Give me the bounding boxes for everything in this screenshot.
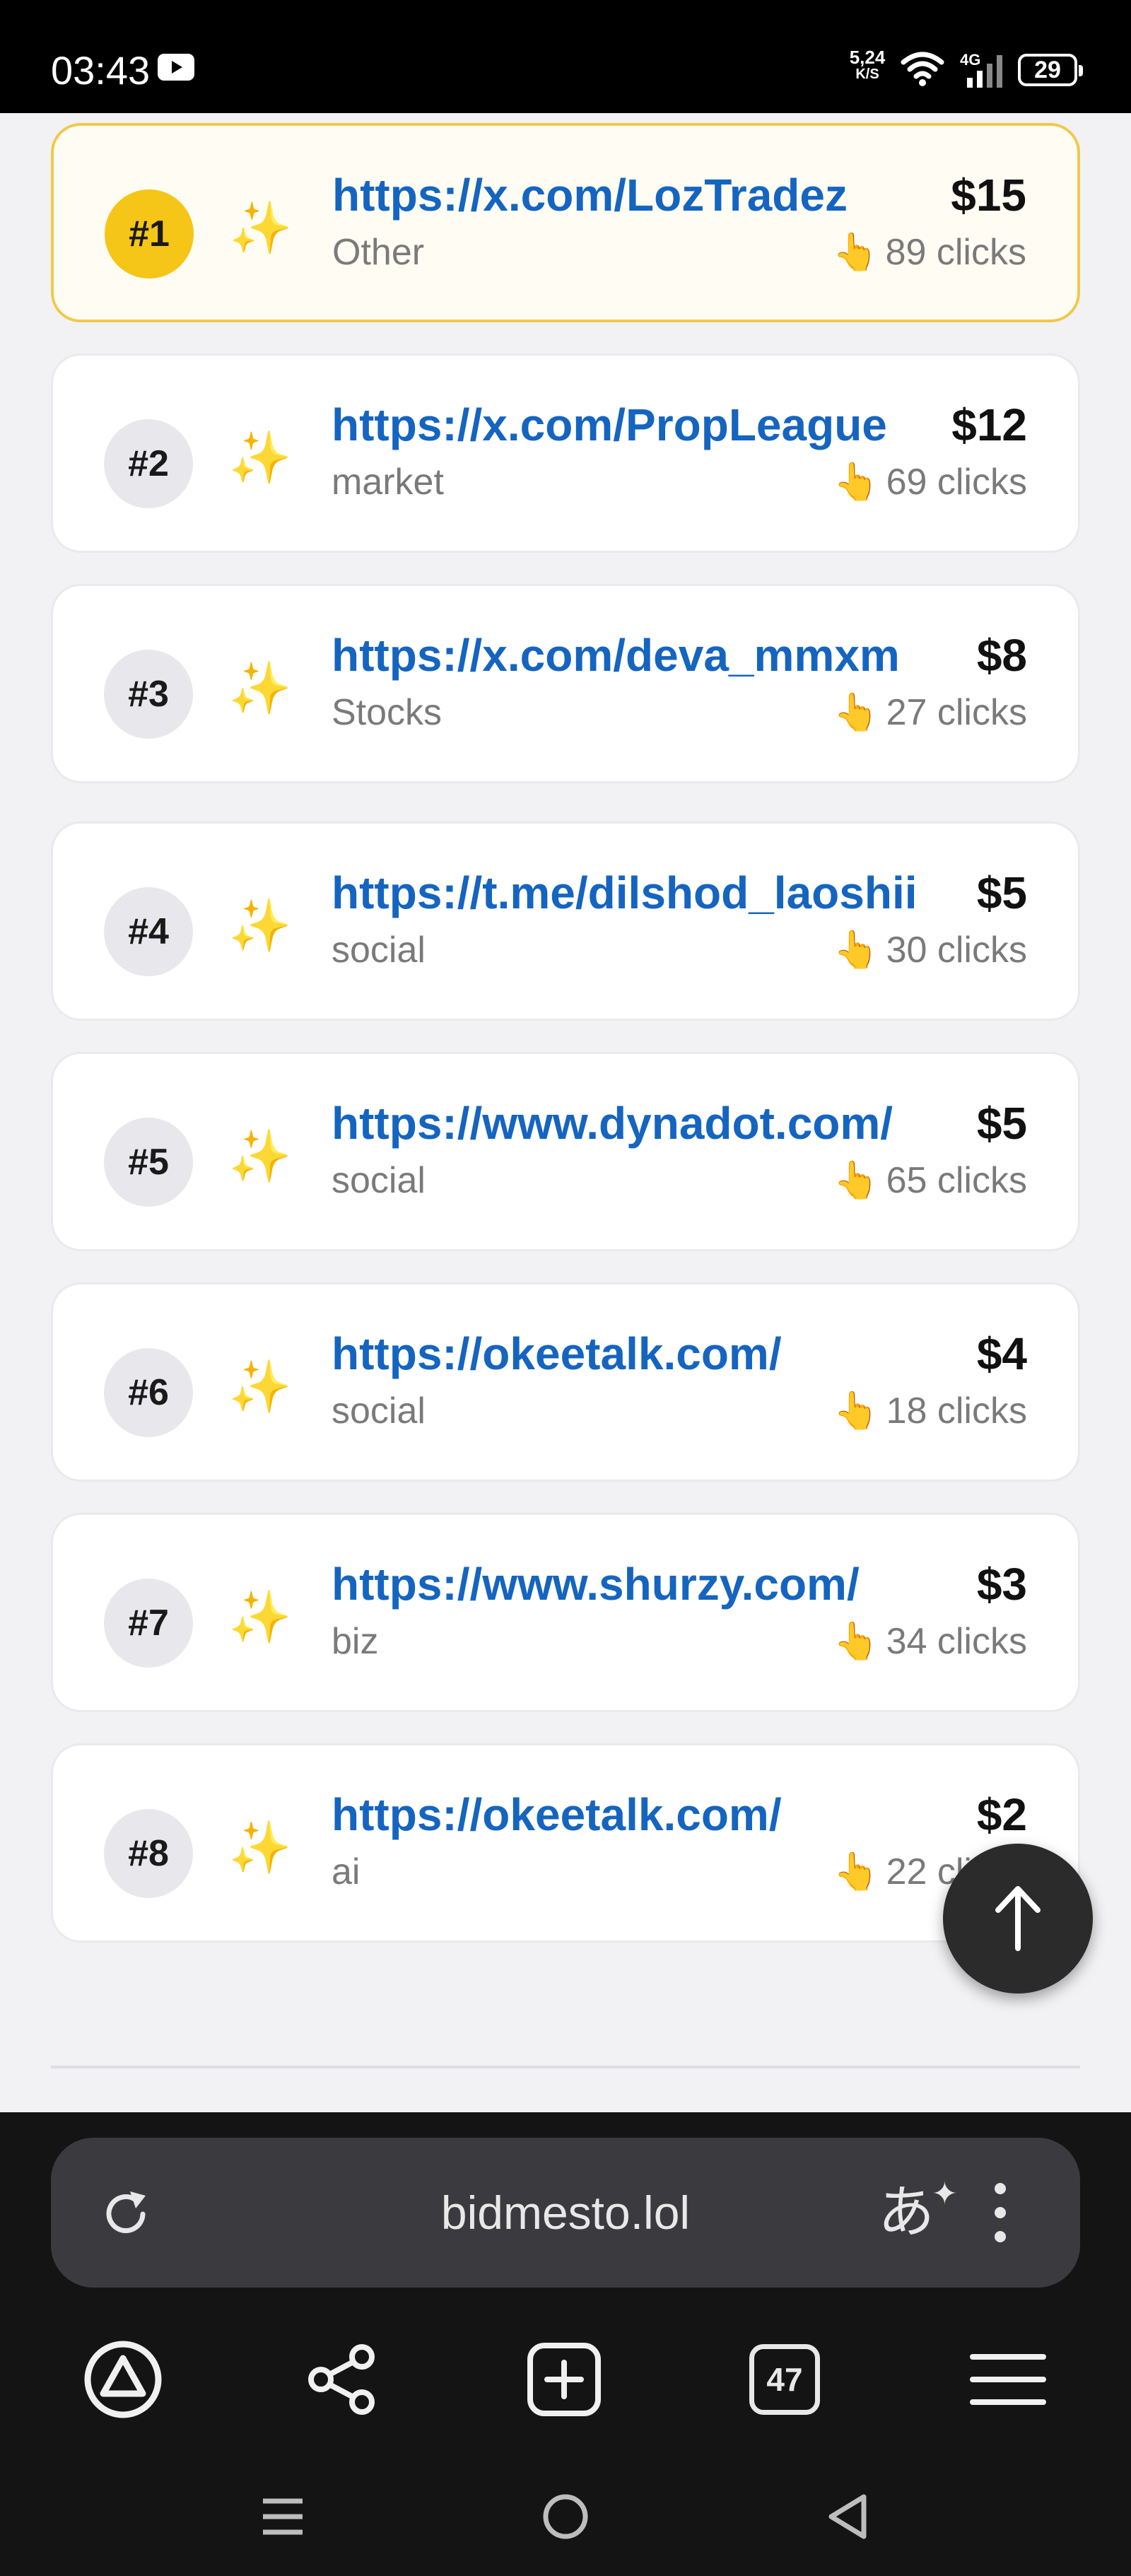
pointing-hand-icon: 👆 <box>832 231 879 274</box>
listing-card[interactable]: #1 ✨ https://x.com/LozTradez Other $15 👆… <box>51 123 1080 322</box>
rank-badge: #4 <box>104 887 193 976</box>
home-icon[interactable] <box>530 2481 601 2552</box>
status-bar: 03:43 5,24 K/S 4G 29 <box>0 0 1131 113</box>
translate-icon[interactable]: あ ✦ <box>878 2176 958 2248</box>
pointing-hand-icon: 👆 <box>833 1620 879 1663</box>
listing-card[interactable]: #3 ✨ https://x.com/deva_mmxm Stocks $8 👆… <box>51 584 1080 783</box>
listing-category: market <box>332 462 444 503</box>
listing-price: $4 <box>976 1328 1027 1379</box>
listing-card[interactable]: #7 ✨ https://www.shurzy.com/ biz $3 👆 34 … <box>51 1513 1080 1712</box>
scroll-to-top-button[interactable] <box>943 1844 1093 1994</box>
listing-price: $5 <box>976 867 1027 918</box>
listing-category: social <box>332 930 426 971</box>
listing-price: $5 <box>976 1098 1027 1149</box>
click-count: 👆 89 clicks <box>833 228 1026 277</box>
network-speed-value: 5,24 <box>849 47 886 68</box>
cellular-signal-icon: 4G <box>960 51 1002 88</box>
click-count-label: 27 clicks <box>886 692 1027 733</box>
pointing-hand-icon: 👆 <box>833 461 879 503</box>
back-icon[interactable] <box>813 2481 884 2552</box>
click-count: 👆 69 clicks <box>833 457 1027 507</box>
sparkle-icon: ✨ <box>228 428 292 487</box>
click-count-label: 69 clicks <box>886 462 1027 503</box>
new-tab-icon[interactable] <box>522 2337 606 2422</box>
listing-card[interactable]: #5 ✨ https://www.dynadot.com/ social $5 … <box>51 1052 1080 1251</box>
rank-badge: #2 <box>104 419 193 508</box>
listing-link[interactable]: https://x.com/PropLeague <box>332 397 887 453</box>
listing-card[interactable]: #2 ✨ https://x.com/PropLeague market $12… <box>51 353 1080 553</box>
click-count: 👆 34 clicks <box>833 1617 1027 1666</box>
click-count-label: 89 clicks <box>885 232 1026 273</box>
listing-category: ai <box>332 1851 361 1892</box>
sparkle-icon: ✨ <box>228 658 292 718</box>
pointing-hand-icon: 👆 <box>833 691 879 734</box>
menu-icon[interactable] <box>966 2337 1050 2422</box>
network-speed-unit: K/S <box>855 66 879 82</box>
click-count: 👆 27 clicks <box>833 688 1027 737</box>
network-speed: 5,24 K/S <box>845 48 889 82</box>
listing-price: $3 <box>976 1559 1027 1610</box>
listing-card[interactable]: #6 ✨ https://okeetalk.com/ social $4 👆 18… <box>51 1282 1080 1482</box>
network-type-label: 4G <box>960 51 980 69</box>
listing-link[interactable]: https://www.dynadot.com/ <box>332 1095 893 1152</box>
listing-link[interactable]: https://okeetalk.com/ <box>332 1786 782 1843</box>
listing-card[interactable]: #4 ✨ https://t.me/dilshod_laoshii social… <box>51 821 1080 1021</box>
youtube-icon <box>158 54 194 81</box>
share-icon[interactable] <box>300 2337 385 2422</box>
sparkle-icon: ✨ <box>228 1817 292 1877</box>
pointing-hand-icon: 👆 <box>833 1390 879 1432</box>
sparkle-icon: ✨ <box>228 1357 292 1416</box>
more-options-icon[interactable] <box>990 2180 1011 2245</box>
listing-link[interactable]: https://www.shurzy.com/ <box>332 1556 860 1612</box>
wifi-icon <box>901 52 944 86</box>
rank-badge: #6 <box>104 1348 193 1437</box>
click-count: 👆 30 clicks <box>833 925 1027 975</box>
tabs-count-button[interactable]: 47 <box>749 2344 820 2415</box>
listing-link[interactable]: https://okeetalk.com/ <box>332 1325 782 1382</box>
listing-category: biz <box>332 1621 379 1662</box>
battery-indicator: 29 <box>1018 54 1083 86</box>
sparkle-icon: ✨ <box>229 198 293 257</box>
pointing-hand-icon: 👆 <box>833 1851 879 1893</box>
listing-card[interactable]: #8 ✨ https://okeetalk.com/ ai $2 👆 22 cli… <box>51 1743 1080 1943</box>
sparkle-star-icon: ✦ <box>932 2176 958 2212</box>
rank-badge: #7 <box>104 1579 193 1668</box>
listing-price: $8 <box>976 630 1027 681</box>
browser-home-icon[interactable] <box>81 2337 165 2422</box>
arrow-up-icon <box>995 1886 1041 1951</box>
rank-badge: #3 <box>104 650 193 739</box>
listing-category: Stocks <box>332 692 443 733</box>
pointing-hand-icon: 👆 <box>833 1159 879 1202</box>
sparkle-icon: ✨ <box>228 1126 292 1185</box>
translate-glyph: あ <box>878 2179 934 2245</box>
status-time: 03:43 <box>51 48 151 93</box>
pointing-hand-icon: 👆 <box>833 929 879 971</box>
click-count-label: 18 clicks <box>886 1391 1027 1432</box>
sparkle-icon: ✨ <box>228 1587 292 1646</box>
rank-badge: #8 <box>104 1809 193 1898</box>
click-count-label: 34 clicks <box>886 1621 1027 1662</box>
click-count-label: 65 clicks <box>886 1160 1027 1201</box>
click-count-label: 30 clicks <box>886 930 1027 971</box>
listing-category: social <box>332 1160 426 1201</box>
address-bar[interactable]: bidmesto.lol あ ✦ <box>51 2138 1080 2288</box>
listing-link[interactable]: https://x.com/LozTradez <box>332 167 848 223</box>
listing-link[interactable]: https://x.com/deva_mmxm <box>332 627 900 684</box>
sparkle-icon: ✨ <box>228 896 292 955</box>
listing-price: $15 <box>951 170 1026 221</box>
listing-price: $2 <box>976 1789 1027 1840</box>
click-count: 👆 65 clicks <box>833 1156 1027 1205</box>
listing-category: social <box>332 1391 426 1432</box>
recent-apps-icon[interactable] <box>247 2481 318 2552</box>
listing-category: Other <box>332 232 425 273</box>
listing-link[interactable]: https://t.me/dilshod_laoshii <box>332 865 918 921</box>
click-count: 👆 18 clicks <box>833 1386 1027 1436</box>
rank-badge: #1 <box>105 189 194 279</box>
rank-badge: #5 <box>104 1118 193 1207</box>
listing-price: $12 <box>951 399 1027 450</box>
footer-divider <box>51 2066 1080 2068</box>
